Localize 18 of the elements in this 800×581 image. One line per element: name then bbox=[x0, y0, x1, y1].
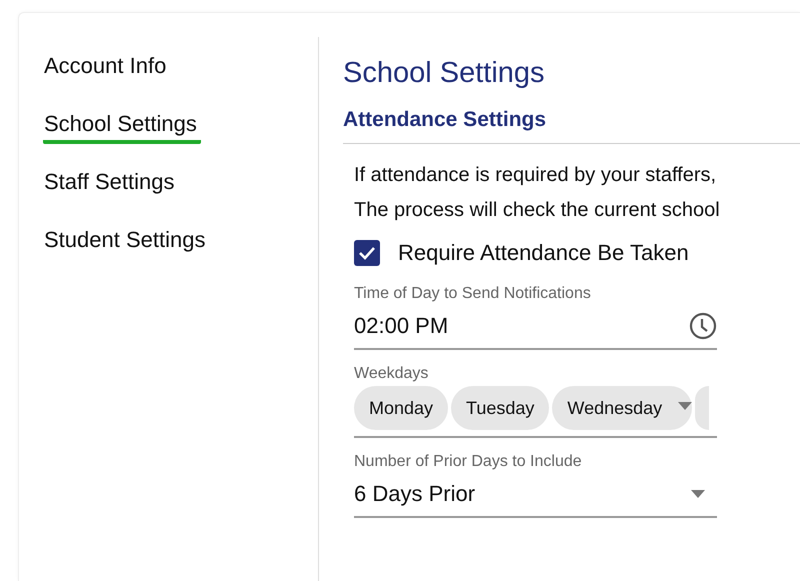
description-text: If attendance is required by your staffers, bbox=[354, 163, 716, 188]
page-title: School Settings bbox=[343, 56, 546, 91]
weekday-chip[interactable]: Wednesday bbox=[552, 386, 692, 430]
sidebar-item[interactable]: School Settings bbox=[43, 111, 318, 169]
weekdays-field[interactable]: Monday Tuesday Wednesday bbox=[354, 384, 717, 438]
sidebar-item[interactable]: Student Settings bbox=[43, 227, 318, 285]
weekday-chip[interactable]: Tuesday bbox=[451, 386, 550, 430]
section-heading: Attendance Settings bbox=[343, 107, 800, 144]
time-field[interactable]: 02:00 PM bbox=[354, 304, 717, 350]
checkbox-label: Require Attendance Be Taken bbox=[398, 240, 689, 266]
sidebar-item[interactable]: Staff Settings bbox=[43, 169, 318, 227]
sidebar-item[interactable]: Account Info bbox=[43, 53, 318, 111]
field-label: Weekdays bbox=[354, 364, 430, 384]
select-field[interactable]: 6 Days Prior bbox=[354, 472, 717, 518]
description-text: The process will check the current school bbox=[354, 198, 720, 223]
weekday-chip[interactable]: Monday bbox=[354, 386, 448, 430]
field-label: Number of Prior Days to Include bbox=[354, 452, 583, 472]
field-label: Time of Day to Send Notifications bbox=[354, 284, 592, 304]
